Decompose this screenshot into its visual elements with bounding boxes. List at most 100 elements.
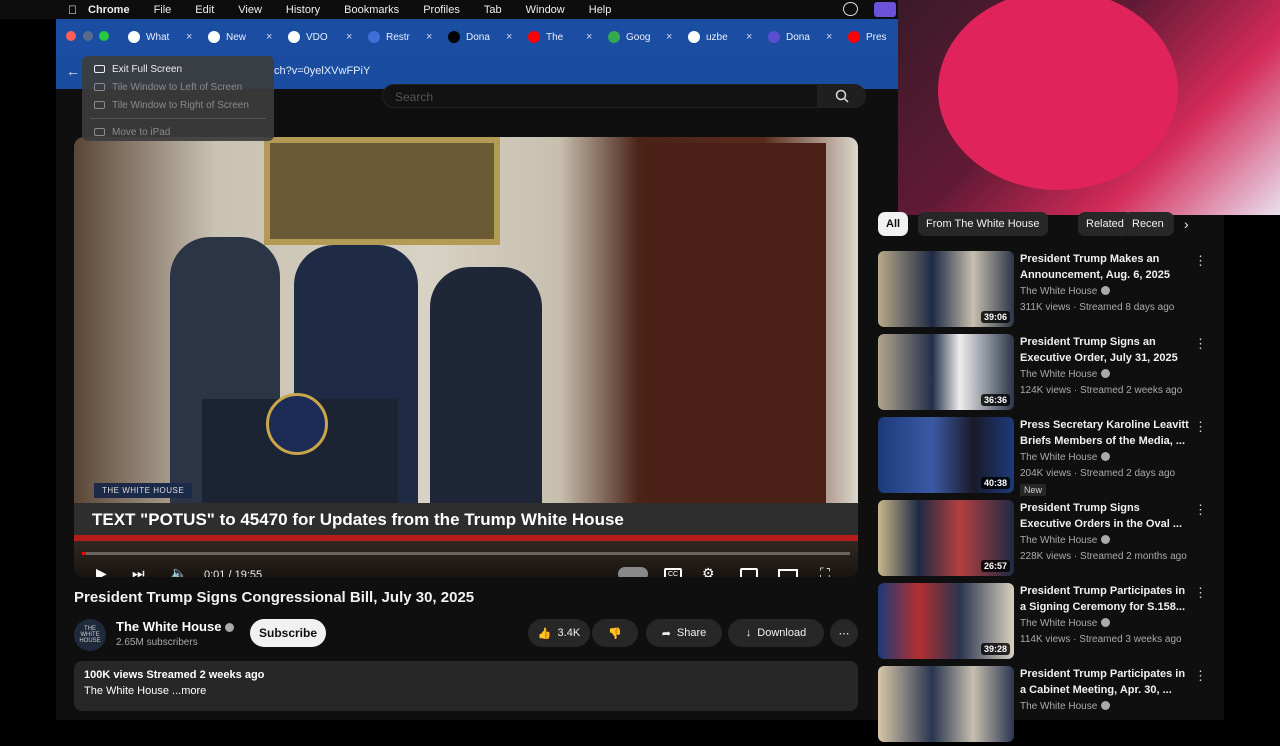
video-player[interactable]: THE WHITE HOUSE TEXT "POTUS" to 45470 fo… bbox=[74, 137, 858, 577]
menu-exit-full-screen[interactable]: Exit Full Screen bbox=[82, 60, 274, 78]
menu-file[interactable]: File bbox=[154, 4, 172, 16]
chip-all[interactable]: All bbox=[878, 212, 909, 236]
recommended-video[interactable]: 26:57 President Trump Signs Executive Ord… bbox=[878, 500, 1208, 580]
more-options-icon[interactable]: ⋮ bbox=[1194, 253, 1207, 269]
more-options-icon[interactable]: ⋮ bbox=[1194, 336, 1207, 352]
webcam-overlay bbox=[898, 0, 1280, 215]
close-tab-icon[interactable]: × bbox=[746, 31, 752, 43]
video-thumbnail[interactable]: 36:36 bbox=[878, 334, 1014, 410]
browser-tab[interactable]: Restr × bbox=[368, 26, 432, 48]
search-input[interactable]: Search bbox=[382, 84, 818, 108]
minimize-window-icon[interactable] bbox=[83, 31, 93, 41]
close-tab-icon[interactable]: × bbox=[346, 31, 352, 43]
tab-title: Dona bbox=[786, 31, 810, 43]
tab-title: What bbox=[146, 31, 170, 43]
subtitles-icon[interactable]: CC bbox=[664, 568, 682, 577]
browser-tab[interactable]: The × bbox=[528, 26, 592, 48]
browser-tab[interactable]: New × bbox=[208, 26, 272, 48]
browser-tab[interactable]: Dona × bbox=[768, 26, 832, 48]
browser-tab[interactable]: Goog × bbox=[608, 26, 672, 48]
url-text[interactable]: ch?v=0yelXVwFPiY bbox=[274, 65, 370, 77]
recommended-title[interactable]: President Trump Signs Executive Orders i… bbox=[1020, 500, 1190, 532]
channel-avatar[interactable]: THE WHITE HOUSE bbox=[74, 619, 106, 651]
video-thumbnail[interactable]: 40:38 bbox=[878, 417, 1014, 493]
close-tab-icon[interactable]: × bbox=[186, 31, 192, 43]
autoplay-toggle[interactable] bbox=[618, 567, 648, 577]
recommended-video[interactable]: 39:06 President Trump Makes an Announceme… bbox=[878, 251, 1208, 331]
recommended-title[interactable]: Press Secretary Karoline Leavitt Briefs … bbox=[1020, 417, 1190, 449]
share-button[interactable]: ➦ Share bbox=[646, 619, 722, 647]
close-tab-icon[interactable]: × bbox=[586, 31, 592, 43]
download-icon: ↓ bbox=[745, 627, 752, 639]
miniplayer-icon[interactable] bbox=[740, 568, 758, 577]
recommended-title[interactable]: President Trump Participates in a Signin… bbox=[1020, 583, 1190, 615]
menu-app-name[interactable]: Chrome bbox=[88, 4, 130, 16]
menu-tab[interactable]: Tab bbox=[484, 4, 502, 16]
fullscreen-icon[interactable]: ⛶ bbox=[820, 565, 830, 577]
menu-window[interactable]: Window bbox=[526, 4, 565, 16]
more-options-icon[interactable]: ⋮ bbox=[1194, 419, 1207, 435]
recommended-video[interactable]: 40:38 Press Secretary Karoline Leavitt Br… bbox=[878, 417, 1208, 497]
x-icon bbox=[448, 31, 460, 43]
chip-from-channel[interactable]: From The White House bbox=[918, 212, 1048, 236]
like-button[interactable]: 👍 3.4K bbox=[528, 619, 590, 647]
video-thumbnail[interactable]: 26:57 bbox=[878, 500, 1014, 576]
video-thumbnail[interactable]: 39:28 bbox=[878, 583, 1014, 659]
download-button[interactable]: ↓ Download bbox=[728, 619, 824, 647]
progress-bar[interactable] bbox=[82, 552, 850, 555]
close-window-icon[interactable] bbox=[66, 31, 76, 41]
recommended-video[interactable]: 36:36 President Trump Signs an Executive … bbox=[878, 334, 1208, 414]
more-actions-icon[interactable]: ⋯ bbox=[830, 619, 858, 647]
close-tab-icon[interactable]: × bbox=[266, 31, 272, 43]
recommended-title[interactable]: President Trump Makes an Announcement, A… bbox=[1020, 251, 1190, 283]
subscribe-button[interactable]: Subscribe bbox=[250, 619, 326, 647]
menu-view[interactable]: View bbox=[238, 4, 262, 16]
next-icon[interactable]: ⏭ bbox=[132, 565, 145, 577]
menu-bookmarks[interactable]: Bookmarks bbox=[344, 4, 399, 16]
close-tab-icon[interactable]: × bbox=[826, 31, 832, 43]
theater-mode-icon[interactable] bbox=[778, 569, 798, 577]
menu-help[interactable]: Help bbox=[589, 4, 612, 16]
menu-profiles[interactable]: Profiles bbox=[423, 4, 460, 16]
fullscreen-window-icon[interactable] bbox=[99, 31, 109, 41]
tile-right-icon bbox=[94, 101, 105, 109]
volume-icon[interactable]: 🔈 bbox=[170, 565, 187, 577]
search-icon bbox=[835, 89, 849, 103]
play-icon[interactable]: ▶ bbox=[96, 565, 107, 577]
browser-tab[interactable]: What × bbox=[128, 26, 192, 48]
menu-edit[interactable]: Edit bbox=[195, 4, 214, 16]
browser-tab[interactable]: VDO × bbox=[288, 26, 352, 48]
dislike-button[interactable]: 👎 bbox=[592, 619, 638, 647]
vdo-icon bbox=[288, 31, 300, 43]
more-options-icon[interactable]: ⋮ bbox=[1194, 585, 1207, 601]
search-button[interactable] bbox=[818, 84, 866, 108]
status-tray-icon[interactable] bbox=[843, 2, 858, 16]
verified-icon bbox=[1101, 618, 1111, 627]
video-thumbnail[interactable] bbox=[878, 666, 1014, 742]
browser-tab[interactable]: uzbe × bbox=[688, 26, 752, 48]
recommended-title[interactable]: President Trump Participates in a Cabine… bbox=[1020, 666, 1190, 698]
settings-gear-icon[interactable]: ⚙ bbox=[702, 565, 715, 577]
more-options-icon[interactable]: ⋮ bbox=[1194, 502, 1207, 518]
close-tab-icon[interactable]: × bbox=[666, 31, 672, 43]
chip-recent[interactable]: Recen bbox=[1124, 212, 1174, 236]
screen-share-icon[interactable] bbox=[874, 2, 896, 17]
browser-tab[interactable]: Dona × bbox=[448, 26, 512, 48]
tab-title: Dona bbox=[466, 31, 490, 43]
video-thumbnail[interactable]: 39:06 bbox=[878, 251, 1014, 327]
description-box[interactable]: 100K views Streamed 2 weeks ago The Whit… bbox=[74, 661, 858, 711]
close-tab-icon[interactable]: × bbox=[506, 31, 512, 43]
browser-tab[interactable]: Pres× bbox=[848, 26, 898, 48]
menu-history[interactable]: History bbox=[286, 4, 320, 16]
duration-badge: 39:06 bbox=[980, 311, 1010, 323]
chevron-right-icon[interactable]: › bbox=[1176, 212, 1197, 236]
close-tab-icon[interactable]: × bbox=[426, 31, 432, 43]
more-options-icon[interactable]: ⋮ bbox=[1194, 668, 1207, 684]
recommended-video[interactable]: President Trump Participates in a Cabine… bbox=[878, 666, 1208, 746]
back-arrow-icon[interactable]: ← bbox=[66, 63, 80, 79]
recommended-title[interactable]: President Trump Signs an Executive Order… bbox=[1020, 334, 1190, 366]
channel-name[interactable]: The White House bbox=[116, 619, 235, 634]
recommended-video[interactable]: 39:28 President Trump Participates in a S… bbox=[878, 583, 1208, 663]
recommended-meta: 311K views · Streamed 8 days ago bbox=[1020, 302, 1175, 313]
apple-icon[interactable]:  bbox=[68, 3, 88, 17]
